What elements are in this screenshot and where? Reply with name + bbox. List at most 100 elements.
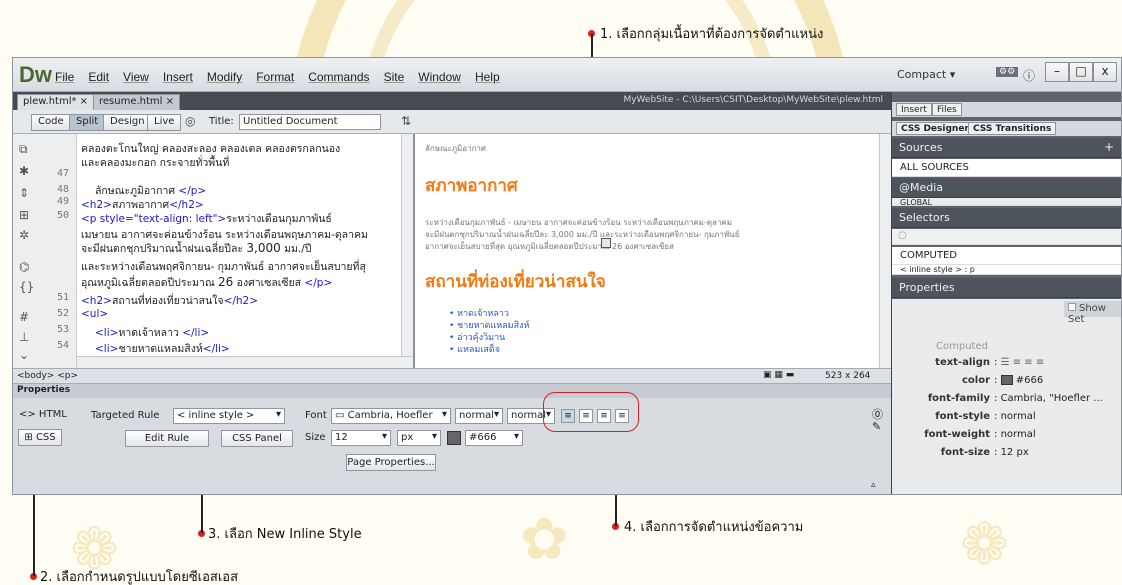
line-number: 54 — [57, 340, 70, 351]
code-text: อุณหภูมิเฉลี่ยตลอดปีประมาณ — [81, 277, 215, 289]
font-family-select[interactable]: ▭ Cambria, Hoefler — [331, 408, 451, 424]
workspace-switcher[interactable]: Compact ▾ — [897, 68, 955, 81]
tag-selector[interactable]: <body> <p> — [17, 371, 78, 381]
properties-header: Properties — [892, 278, 1121, 298]
document-toolbar: Code Split Design Live ◎ Title: Untitled… — [13, 110, 891, 134]
css-mode-button[interactable]: ⊞ CSS — [18, 429, 62, 446]
search-icon: ○ — [898, 230, 907, 241]
properties-panel: <> HTML ⊞ CSS Targeted Rule < inline sty… — [13, 398, 891, 494]
menu-site[interactable]: Site — [384, 70, 405, 84]
html-mode-button[interactable]: <> HTML — [19, 409, 67, 420]
right-panel: Insert Files CSS Designer CSS Transition… — [891, 92, 1121, 494]
expand-icon[interactable]: ⇕ — [19, 186, 29, 200]
show-set-toggle[interactable]: Show Set — [1064, 301, 1121, 325]
tab-plew[interactable]: plew.html* × — [17, 94, 95, 110]
selector-inline-style-item[interactable]: < inline style > : p — [892, 265, 1121, 275]
media-global-item[interactable]: GLOBAL — [892, 198, 1121, 206]
tab-files[interactable]: Files — [932, 103, 962, 116]
file-management-icon[interactable]: ⇅ — [401, 114, 411, 128]
font-icon: ▭ — [335, 410, 345, 421]
list-item: แหลมเสด็จ — [449, 342, 500, 356]
document-path: MyWebSite - C:\Users\CSIT\Desktop\MyWebS… — [623, 95, 883, 105]
code-line: จะมีฝนตกชุกปริมาณน้ำฝนเฉลี่ยปีละ 3,000 ม… — [81, 240, 311, 257]
sync-settings-icon[interactable]: ⚙⚙ — [996, 67, 1019, 77]
code-hscrollbar[interactable] — [77, 356, 413, 368]
tab-css-transitions[interactable]: CSS Transitions — [968, 122, 1057, 135]
size-unit-select[interactable]: px — [397, 430, 441, 446]
syntax-error-icon[interactable]: {} — [19, 280, 34, 294]
prop-font-weight: font-weight: normal — [892, 429, 1035, 440]
wrap-tag-icon[interactable]: ⌄ — [19, 348, 29, 362]
font-style-select[interactable]: normal — [455, 408, 503, 424]
code-text: และคลองมะกอก กระจายทั่วพื้นที่ — [81, 157, 230, 169]
line-numbers-icon[interactable]: ✲ — [19, 228, 29, 242]
menu-commands[interactable]: Commands — [308, 70, 369, 84]
color-swatch[interactable] — [447, 431, 461, 445]
color-input[interactable]: #666 — [465, 430, 523, 446]
prop-value: 12 px — [1000, 447, 1029, 458]
text-cursor — [601, 238, 611, 248]
prop-name: text-align — [935, 357, 990, 368]
title-input[interactable]: Untitled Document — [239, 114, 381, 130]
info-icon[interactable]: ⓘ — [1023, 67, 1035, 84]
maximize-button[interactable]: □ — [1069, 62, 1093, 82]
code-line: <li>หาดเจ้าหลาว </li> — [95, 324, 209, 341]
targeted-rule-select[interactable]: < inline style > — [173, 408, 285, 424]
collapse-icon[interactable]: ✱ — [19, 164, 29, 178]
page-properties-button[interactable]: Page Properties... — [346, 454, 436, 471]
highlight-icon[interactable]: ⌬ — [19, 260, 29, 274]
code-tag: <h2> — [81, 295, 112, 307]
annotation-step-1: 1. เลือกกลุ่มเนื้อหาที่ต้องการจัดตำแหน่ง — [600, 27, 824, 42]
tab-css-designer[interactable]: CSS Designer — [896, 122, 974, 135]
prop-text-align: text-align: ☰ ≡ ≡ ≡ — [892, 357, 1044, 368]
select-tag-icon[interactable]: ⊞ — [19, 208, 29, 222]
text-align-icons[interactable]: ☰ ≡ ≡ ≡ — [1001, 357, 1045, 368]
add-source-icon[interactable]: + — [1104, 140, 1114, 154]
code-text: ระหว่างเดือนกุมภาพันธ์ — [226, 213, 332, 225]
remove-comment-icon[interactable]: ⊥ — [19, 330, 29, 344]
code-line: และระหว่างเดือนพฤศจิกายน- กุมภาพันธ์ อาก… — [81, 258, 366, 275]
expand-properties-icon[interactable]: ▵ — [871, 480, 876, 490]
all-sources-item[interactable]: ALL SOURCES — [892, 159, 1121, 177]
code-tag: </p> — [304, 277, 333, 289]
tab-resume[interactable]: resume.html × — [93, 94, 180, 110]
tab-insert[interactable]: Insert — [896, 103, 932, 116]
code-view-button[interactable]: Code — [31, 114, 71, 131]
menu-modify[interactable]: Modify — [207, 70, 242, 84]
design-view[interactable]: ลักษณะภูมิอากาศ สภาพอากาศ ระหว่างเดือนกุ… — [415, 134, 891, 368]
open-documents-icon[interactable]: ⧉ — [19, 142, 28, 157]
chevron-down-icon: ▾ — [949, 68, 956, 81]
code-tag: <li> — [95, 327, 119, 339]
css-panel-button[interactable]: CSS Panel — [221, 430, 293, 447]
desktop-size-icon[interactable]: ▣ ▦ ▬ — [763, 370, 794, 380]
menu-format[interactable]: Format — [256, 70, 294, 84]
apply-comment-icon[interactable]: # — [19, 310, 29, 324]
edit-rule-button[interactable]: Edit Rule — [125, 430, 209, 447]
split-view-button[interactable]: Split — [69, 114, 106, 131]
selector-filter-input[interactable]: ○ — [892, 229, 1121, 245]
minimize-button[interactable]: – — [1045, 62, 1069, 82]
font-size-select[interactable]: 12 — [331, 430, 391, 446]
selector-computed-item[interactable]: COMPUTED — [892, 247, 1121, 265]
menu-window[interactable]: Window — [418, 70, 461, 84]
code-scrollbar[interactable] — [401, 134, 413, 356]
design-scrollbar[interactable] — [879, 134, 891, 368]
close-button[interactable]: x — [1093, 62, 1117, 82]
prop-name: font-size — [940, 447, 990, 458]
menu-insert[interactable]: Insert — [163, 70, 193, 84]
checkbox-icon — [1068, 303, 1076, 311]
design-view-button[interactable]: Design — [103, 114, 152, 131]
live-view-button[interactable]: Live — [147, 114, 182, 131]
code-view[interactable]: ⧉ ✱ ⇕ ⊞ ✲ ⌬ {} # ⊥ ⌄ 47 48 49 50 51 52 5… — [13, 134, 415, 368]
globe-icon[interactable]: ◎ — [185, 114, 195, 128]
color-swatch-small[interactable] — [1000, 375, 1013, 385]
menu-view[interactable]: View — [123, 70, 149, 84]
menu-help[interactable]: Help — [475, 70, 500, 84]
menu-file[interactable]: File — [55, 70, 74, 84]
code-line: อุณหภูมิเฉลี่ยตลอดปีประมาณ 26 องศาเซลเซี… — [81, 274, 332, 291]
line-number: 49 — [57, 196, 70, 207]
quick-tag-editor-icon[interactable]: ✎ — [872, 420, 881, 433]
window-size[interactable]: 523 x 264 — [825, 371, 870, 381]
code-text: องศาเซลเซียส — [236, 277, 302, 289]
menu-edit[interactable]: Edit — [88, 70, 109, 84]
